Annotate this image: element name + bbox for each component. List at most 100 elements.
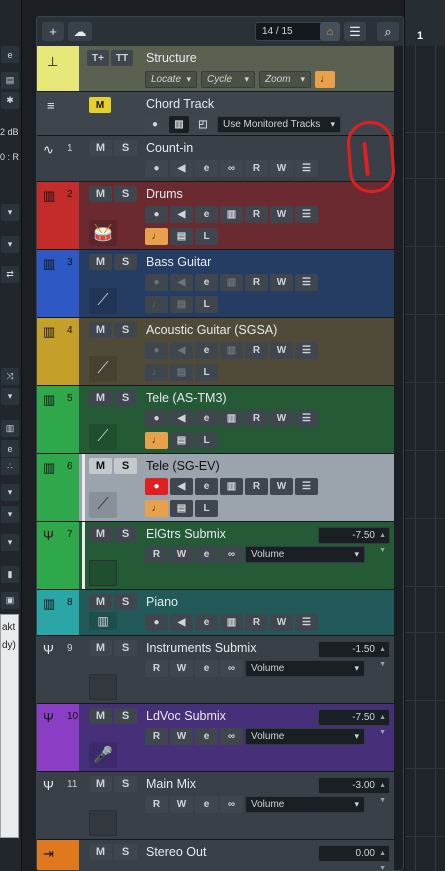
speaker-icon[interactable]: ◀ [170, 478, 193, 495]
read-button[interactable]: R [145, 728, 168, 745]
mute-button[interactable]: M [89, 708, 112, 724]
list-icon[interactable]: ☰ [295, 478, 318, 495]
stepper-icon[interactable]: ▲ ▼ [379, 528, 386, 558]
lock-button[interactable]: L [195, 432, 218, 449]
read-button[interactable]: R [245, 160, 268, 177]
chevron-down-icon[interactable]: ▾ [1, 236, 19, 253]
write-button[interactable]: W [270, 206, 293, 223]
list-icon[interactable]: ☰ [344, 22, 366, 41]
edit-icon[interactable]: e [195, 614, 218, 631]
solo-button[interactable]: S [114, 186, 137, 202]
track-piano[interactable]: ▥ 8 M S Piano ▥ ● ◀ e ▥ R W ☰ [37, 590, 394, 636]
record-dot-icon[interactable]: ● [145, 160, 168, 177]
read-button[interactable]: R [245, 478, 268, 495]
add-marker-icon[interactable]: T+ [87, 50, 109, 66]
track-elgtrs-submix[interactable]: Ψ7 M S ElGtrs Submix -7.50 ▲ ▼ R W e ∞ Vol… [37, 522, 394, 590]
solo-button[interactable]: S [114, 526, 137, 542]
read-button[interactable]: R [145, 796, 168, 813]
record-enable-icon[interactable]: ● [145, 478, 168, 495]
notepad[interactable]: akt dy) [0, 614, 19, 838]
mute-button[interactable]: M [89, 458, 112, 474]
solo-button[interactable]: S [114, 844, 137, 860]
volume-value[interactable]: -7.50 ▲ ▼ [318, 527, 390, 554]
lock-button[interactable]: L [195, 500, 218, 517]
track-count-in[interactable]: ∿ 1 M S Count-in ● ◀ e ∞ R W ☰ [37, 136, 394, 182]
write-button[interactable]: W [270, 274, 293, 291]
automation-param-dropdown[interactable]: Volume ▾ [245, 660, 365, 677]
mute-button[interactable]: M [89, 140, 112, 156]
chevron-down-icon[interactable]: ▾ [1, 484, 19, 501]
record-dot-icon[interactable]: ● [145, 410, 168, 427]
lane-icon[interactable]: ▤ [170, 228, 193, 245]
shuffle-icon[interactable]: ⤨ [1, 368, 19, 385]
track-stereo-out[interactable]: ⇥ M S Stereo Out 0.00 ▲ ▼ [37, 840, 394, 870]
write-button[interactable]: W [270, 614, 293, 631]
read-button[interactable]: R [245, 410, 268, 427]
read-button[interactable]: R [145, 546, 168, 563]
link-icon[interactable]: ∞ [220, 796, 243, 813]
stepper-icon[interactable]: ▲ ▼ [379, 710, 386, 740]
track-acoustic-guitar[interactable]: ▥ 4 M S Acoustic Guitar (SGSA) ⟋ ● ◀ e ▥ … [37, 318, 394, 386]
e-icon[interactable]: e [1, 440, 19, 457]
solo-button[interactable]: S [114, 776, 137, 792]
chevron-down-icon[interactable]: ▾ [1, 534, 19, 551]
speaker-icon[interactable]: ◀ [170, 342, 193, 359]
link-icon[interactable]: ∞ [220, 660, 243, 677]
volume-value[interactable]: -7.50 ▲ ▼ [318, 709, 390, 736]
stepper-icon[interactable]: ▲ ▼ [379, 846, 386, 870]
record-dot-icon[interactable]: ● [145, 614, 168, 631]
piano-icon[interactable]: ▥ [220, 342, 243, 359]
edit-icon[interactable]: e [195, 160, 218, 177]
track-main-mix[interactable]: Ψ 11 M S Main Mix -3.00 ▲ ▼ R W e ∞ Volume ▾ [37, 772, 394, 840]
solo-button[interactable]: S [114, 708, 137, 724]
list-icon[interactable]: ☰ [295, 342, 318, 359]
automation-param-dropdown[interactable]: Volume ▾ [245, 546, 365, 563]
piano-icon[interactable]: ▥ [220, 410, 243, 427]
list-icon[interactable]: ☰ [295, 206, 318, 223]
note-icon[interactable]: ♩ [145, 432, 168, 449]
solo-button[interactable]: S [114, 390, 137, 406]
chevron-down-icon[interactable]: ▾ [1, 506, 19, 523]
track-tele-sg[interactable]: ▥ 6 M S Tele (SG-EV) ⟋ ● ◀ e ▥ R W ☰ ♩ ▤ … [37, 454, 394, 522]
speaker-icon[interactable]: ◀ [170, 410, 193, 427]
box-icon[interactable]: ▣ [1, 592, 19, 609]
plus-icon[interactable]: + [42, 22, 64, 41]
chart-icon[interactable]: ▮ [1, 566, 19, 583]
gear-icon[interactable]: ▤ [1, 72, 19, 89]
solo-button[interactable]: S [114, 640, 137, 656]
stepper-icon[interactable]: ▲ ▼ [379, 642, 386, 672]
lock-button[interactable]: L [195, 228, 218, 245]
list-icon[interactable]: ☰ [295, 160, 318, 177]
track-drums[interactable]: ▥ 2 M S Drums 🥁 ● ◀ e ▥ R W ☰ ♩ ▤ L [37, 182, 394, 250]
list-icon[interactable]: ☰ [295, 274, 318, 291]
write-button[interactable]: W [270, 410, 293, 427]
record-dot-icon[interactable]: ● [145, 116, 165, 133]
piano-icon[interactable]: ▥ [220, 206, 243, 223]
dots-icon[interactable]: ∴ [1, 458, 19, 475]
note-icon[interactable]: ♩ [315, 71, 335, 88]
lock-button[interactable]: L [195, 364, 218, 381]
write-button[interactable]: W [270, 342, 293, 359]
voicing-icon[interactable]: ◰ [193, 116, 213, 133]
automation-param-dropdown[interactable]: Volume ▾ [245, 796, 365, 813]
piano-icon[interactable]: ▥ [220, 614, 243, 631]
read-button[interactable]: R [245, 206, 268, 223]
read-button[interactable]: R [245, 274, 268, 291]
read-button[interactable]: R [145, 660, 168, 677]
chevron-down-icon[interactable]: ▾ [1, 388, 19, 405]
write-button[interactable]: W [170, 660, 193, 677]
track-bass-guitar[interactable]: ▥ 3 M S Bass Guitar ⟋ ● ◀ e ▥ R W ☰ ♩ ▤ L [37, 250, 394, 318]
solo-button[interactable]: S [114, 594, 137, 610]
write-button[interactable]: W [170, 728, 193, 745]
add-range-icon[interactable]: TT [111, 50, 133, 66]
routing-icon[interactable]: ⇄ [1, 266, 19, 283]
note-icon[interactable]: ♩ [145, 364, 168, 381]
mute-button[interactable]: M [89, 776, 112, 792]
edit-icon[interactable]: e [195, 274, 218, 291]
mute-button[interactable]: M [89, 254, 112, 270]
write-button[interactable]: W [170, 546, 193, 563]
solo-button[interactable]: S [114, 458, 137, 474]
cloud-icon[interactable]: ☁ [68, 22, 92, 41]
link-icon[interactable]: ∞ [220, 546, 243, 563]
asterisk-icon[interactable]: ✱ [1, 92, 19, 109]
